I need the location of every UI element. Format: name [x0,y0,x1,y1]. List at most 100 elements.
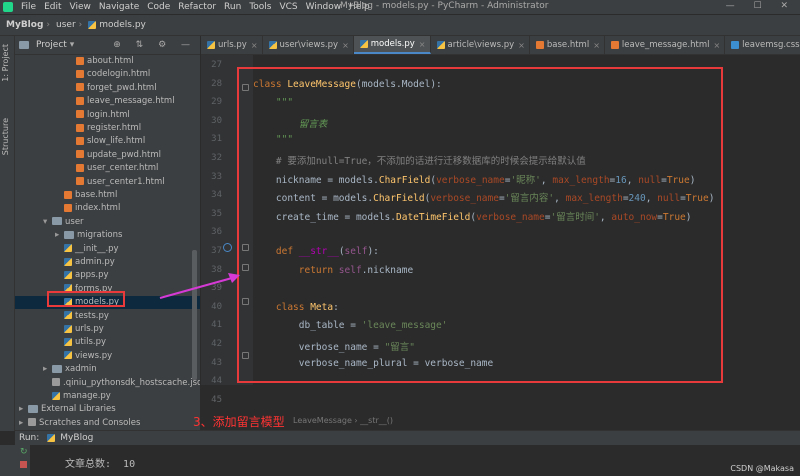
chevron-down-icon[interactable]: ▾ [70,40,75,50]
python-file-icon [88,20,97,29]
project-panel-tools[interactable]: ⊕ ⇅ ⚙ — [113,40,196,50]
tree-item[interactable]: ▸ xadmin [15,363,200,376]
tree-item[interactable]: manage.py [15,390,200,403]
chevron-right-icon[interactable]: ▸ [55,229,64,242]
breadcrumb-folder[interactable]: user [50,20,79,30]
chevron-right-icon[interactable]: ▸ [19,417,28,430]
tree-item[interactable]: leave_message.html [15,95,200,108]
editor-breadcrumb[interactable]: LeaveMessage › __str__() [201,414,800,428]
menu-item-run[interactable]: Run [220,2,245,12]
tree-item[interactable]: about.html [15,55,200,68]
tree-item-label: views.py [75,350,113,361]
close-icon[interactable]: × [593,41,600,50]
close-icon[interactable]: × [713,41,720,50]
tree-item[interactable]: ▸ migrations [15,229,200,242]
run-config-tab[interactable]: MyBlog [60,433,93,443]
python-file-icon [64,311,72,320]
tree-item-label: about.html [87,56,134,66]
editor-tab[interactable]: user\views.py × [263,36,354,54]
side-tab-project[interactable]: 1: Project [1,44,10,82]
editor-tab-label: base.html [546,40,590,50]
breadcrumb-file[interactable]: models.py [82,20,149,30]
left-tool-strip: 1: Project Structure [0,36,15,431]
project-panel-title[interactable]: Project [36,40,67,50]
tree-item[interactable]: forget_pwd.html [15,82,200,95]
tree-item-label: user_center.html [87,163,159,174]
tree-item[interactable]: views.py [15,350,200,363]
editor-tab[interactable]: urls.py × [201,36,263,54]
run-output-line: 文章总数: 10 [65,459,136,470]
html-file-icon [76,69,84,78]
menu-item-refactor[interactable]: Refactor [174,2,220,12]
css-file-icon [731,41,740,49]
menu-item-window[interactable]: Window [302,2,346,12]
tree-item[interactable]: ▾ user [15,216,200,229]
close-icon[interactable]: × [342,41,349,50]
project-panel-header: Project ▾ ⊕ ⇅ ⚙ — [15,36,200,55]
line-number: 29 [211,97,222,108]
python-run-icon [47,434,56,442]
editor-tab[interactable]: base.html × [530,36,605,54]
file-highlight-box [47,291,125,307]
tree-item-label: leave_message.html [87,96,175,107]
editor-tab[interactable]: leave_message.html × [605,36,726,54]
editor-tab-label: urls.py [218,40,247,50]
tree-item-label: migrations [77,230,123,241]
tree-item-label: index.html [75,203,121,214]
chevron-right-icon[interactable]: ▸ [19,403,28,416]
tree-item[interactable]: urls.py [15,323,200,336]
menu-item-tools[interactable]: Tools [245,2,275,12]
tree-item-label: user [65,216,84,227]
tree-item[interactable]: ▸ Scratches and Consoles [15,417,200,430]
close-icon[interactable]: × [251,41,258,50]
menu-item-vcs[interactable]: VCS [275,2,301,12]
tree-item-label: admin.py [75,257,115,267]
tree-item[interactable]: __init__.py [15,243,200,256]
editor-tab[interactable]: models.py × [353,36,431,54]
breadcrumb: MyBlog › user › models.py [0,15,800,36]
tree-item[interactable]: index.html [15,202,200,215]
annotation-text: 3、添加留言模型 [193,415,285,429]
editor-tab-label: article\views.py [447,40,515,50]
tree-item[interactable]: admin.py [15,256,200,269]
html-file-icon [64,190,72,199]
close-icon[interactable]: × [518,41,525,50]
menu-item-view[interactable]: View [66,2,95,12]
breadcrumb-project[interactable]: MyBlog [0,20,46,30]
tree-item[interactable]: base.html [15,189,200,202]
tree-item[interactable]: .qiniu_pythonsdk_hostscache.json [15,377,200,390]
editor-tab[interactable]: leavemsg.css× [725,36,800,54]
tree-item[interactable]: login.html [15,109,200,122]
side-tab-structure[interactable]: Structure [1,118,10,155]
tree-item[interactable]: codelogin.html [15,68,200,81]
editor-tab[interactable]: article\views.py × [431,36,530,54]
tree-item[interactable]: tests.py [15,310,200,323]
python-file-icon [64,351,72,360]
html-file-icon [535,41,544,49]
line-number: 32 [211,153,222,163]
tree-item-label: base.html [75,190,118,200]
chevron-down-icon[interactable]: ▾ [43,216,52,229]
tree-item[interactable]: user_center.html [15,162,200,175]
override-method-icon[interactable] [223,243,232,252]
menu-item-code[interactable]: Code [143,2,174,12]
chevron-right-icon[interactable]: ▸ [43,363,52,376]
menu-item-file[interactable]: File [17,2,40,12]
rerun-icon[interactable]: ↻ [20,447,28,457]
window-controls[interactable]: — ☐ ✕ [726,1,796,11]
close-icon[interactable]: × [419,40,426,49]
html-file-icon [76,56,84,65]
tree-item-label: user_center1.html [87,176,165,187]
editor-tab-label: user\views.py [279,40,339,50]
run-output: 文章总数: 10 [15,445,800,476]
line-number: 44 [211,376,222,387]
tree-item[interactable]: register.html [15,122,200,135]
tree-item[interactable]: update_pwd.html [15,149,200,162]
menu-item-navigate[interactable]: Navigate [95,2,143,12]
tree-item[interactable]: user_center1.html [15,176,200,189]
stop-icon[interactable] [20,461,27,468]
tree-item[interactable]: utils.py [15,336,200,349]
tree-item[interactable]: slow_life.html [15,135,200,148]
tree-item[interactable]: ▸ External Libraries [15,403,200,416]
menu-item-edit[interactable]: Edit [40,2,65,12]
